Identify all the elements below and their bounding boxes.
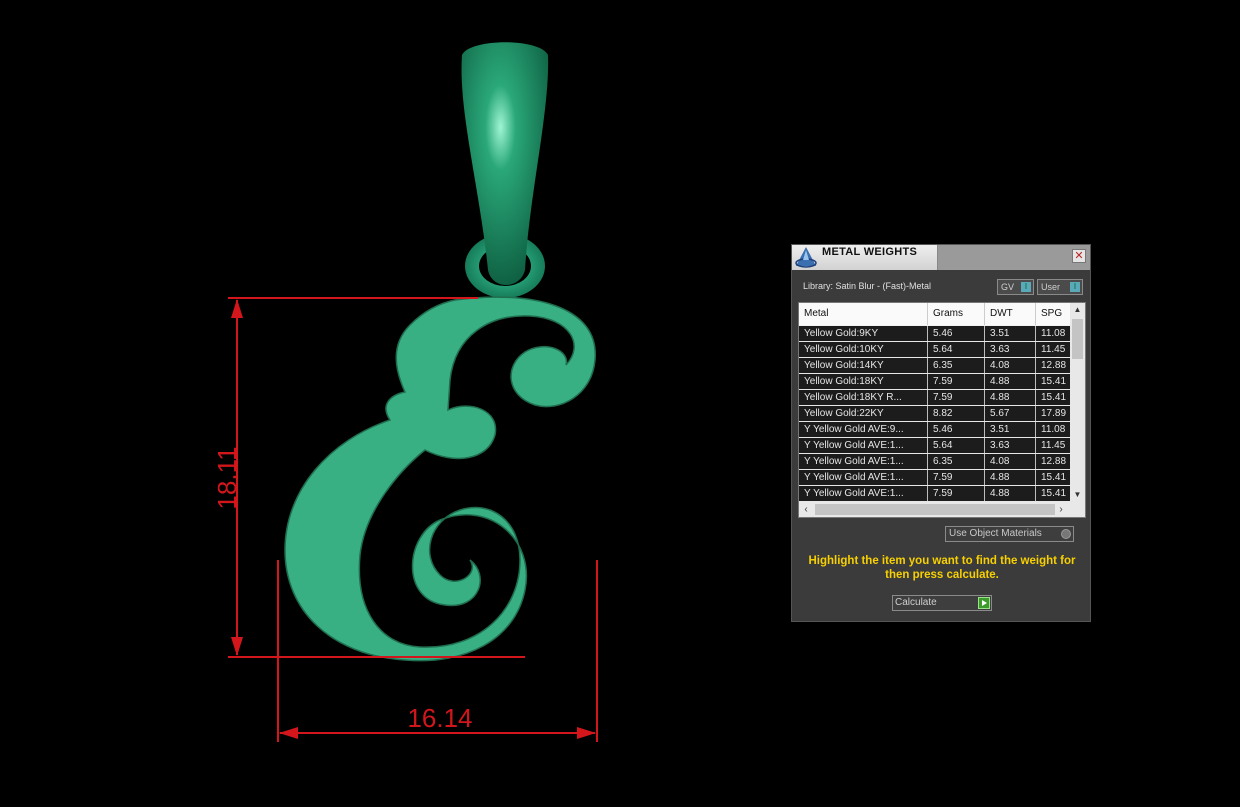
vertical-scrollbar[interactable]: ▲ ▼ — [1070, 303, 1085, 502]
dwt-cell: 4.88 — [985, 470, 1036, 485]
metal-cell: Y Yellow Gold AVE:1... — [799, 486, 928, 501]
table-row[interactable]: Y Yellow Gold AVE:1... 6.35 4.08 12.88 — [799, 454, 1071, 470]
gv-toggle[interactable]: GV I — [997, 279, 1034, 295]
table-body: Yellow Gold:9KY 5.46 3.51 11.08 Yellow Gold:… — [799, 326, 1071, 502]
dwt-cell: 4.88 — [985, 390, 1036, 405]
grams-cell: 8.82 — [928, 406, 985, 421]
table-row[interactable]: Yellow Gold:10KY 5.64 3.63 11.45 — [799, 342, 1071, 358]
column-header-metal[interactable]: Metal — [799, 303, 928, 325]
grams-cell: 6.35 — [928, 358, 985, 373]
metal-weights-table[interactable]: Metal Grams DWT SPG Yellow Gold:9KY 5.46 3… — [798, 302, 1086, 518]
table-row[interactable]: Y Yellow Gold AVE:9... 5.46 3.51 11.08 — [799, 422, 1071, 438]
grams-cell: 6.35 — [928, 454, 985, 469]
metal-cell: Y Yellow Gold AVE:1... — [799, 454, 928, 469]
app-logo-icon — [795, 247, 817, 268]
vertical-scroll-thumb[interactable] — [1072, 319, 1083, 359]
scroll-down-icon[interactable]: ▼ — [1070, 488, 1085, 502]
horizontal-scroll-thumb[interactable] — [815, 504, 1055, 515]
table-row[interactable]: Y Yellow Gold AVE:1... 7.59 4.88 15.41 — [799, 470, 1071, 486]
user-toggle-label: User — [1041, 282, 1061, 292]
instruction-text: Highlight the item you want to find the … — [808, 555, 1076, 581]
table-row[interactable]: Yellow Gold:22KY 8.82 5.67 17.89 — [799, 406, 1071, 422]
column-header-dwt[interactable]: DWT — [985, 303, 1036, 325]
dimension-height-label: 18.11 — [212, 446, 242, 509]
metal-cell: Yellow Gold:14KY — [799, 358, 928, 373]
user-toggle[interactable]: User I — [1037, 279, 1083, 295]
column-header-grams[interactable]: Grams — [928, 303, 985, 325]
grams-cell: 5.64 — [928, 342, 985, 357]
metal-cell: Yellow Gold:9KY — [799, 326, 928, 341]
dwt-cell: 3.63 — [985, 342, 1036, 357]
3d-viewport[interactable]: 18.11 16.14 — [0, 0, 760, 807]
dwt-cell: 5.67 — [985, 406, 1036, 421]
metal-cell: Yellow Gold:18KY — [799, 374, 928, 389]
calculate-button[interactable]: Calculate — [892, 595, 992, 611]
dwt-cell: 4.08 — [985, 454, 1036, 469]
table-row[interactable]: Yellow Gold:18KY 7.59 4.88 15.41 — [799, 374, 1071, 390]
horizontal-scrollbar[interactable]: ‹ › — [799, 502, 1085, 517]
metal-cell: Y Yellow Gold AVE:1... — [799, 438, 928, 453]
grams-cell: 5.46 — [928, 422, 985, 437]
grams-cell: 7.59 — [928, 486, 985, 501]
scroll-up-icon[interactable]: ▲ — [1070, 303, 1085, 317]
dimension-width-label: 16.14 — [407, 703, 472, 733]
table-row[interactable]: Yellow Gold:14KY 6.35 4.08 12.88 — [799, 358, 1071, 374]
table-row[interactable]: Y Yellow Gold AVE:1... 5.64 3.63 11.45 — [799, 438, 1071, 454]
calculate-label: Calculate — [895, 597, 937, 608]
grams-cell: 7.59 — [928, 390, 985, 405]
metal-weights-panel: METAL WEIGHTS ✕ Library: Satin Blur - (F… — [791, 244, 1091, 622]
material-source-value: Use Object Materials — [949, 528, 1042, 539]
dwt-cell: 4.88 — [985, 486, 1036, 501]
user-toggle-switch: I — [1070, 282, 1080, 292]
table-row[interactable]: Yellow Gold:9KY 5.46 3.51 11.08 — [799, 326, 1071, 342]
library-label: Library: Satin Blur - (Fast)-Metal — [803, 281, 932, 291]
grams-cell: 7.59 — [928, 374, 985, 389]
dwt-cell: 3.51 — [985, 422, 1036, 437]
material-source-dropdown[interactable]: Use Object Materials — [945, 526, 1074, 542]
panel-title: METAL WEIGHTS — [822, 246, 918, 258]
pendant-scene: 18.11 16.14 — [212, 42, 598, 742]
dwt-cell: 4.88 — [985, 374, 1036, 389]
panel-title-tab: METAL WEIGHTS — [792, 245, 938, 270]
table-header: Metal Grams DWT SPG — [799, 303, 1071, 325]
metal-cell: Yellow Gold:10KY — [799, 342, 928, 357]
grams-cell: 5.64 — [928, 438, 985, 453]
gv-toggle-switch: I — [1021, 282, 1031, 292]
metal-cell: Y Yellow Gold AVE:1... — [799, 470, 928, 485]
dwt-cell: 3.63 — [985, 438, 1036, 453]
dwt-cell: 4.08 — [985, 358, 1036, 373]
metal-cell: Y Yellow Gold AVE:9... — [799, 422, 928, 437]
table-row[interactable]: Yellow Gold:18KY R... 7.59 4.88 15.41 — [799, 390, 1071, 406]
scroll-right-icon[interactable]: › — [1054, 502, 1068, 517]
table-row[interactable]: Y Yellow Gold AVE:1... 7.59 4.88 15.41 — [799, 486, 1071, 502]
letter-e-model — [284, 296, 596, 662]
play-arrow-icon — [978, 597, 990, 609]
metal-cell: Yellow Gold:18KY R... — [799, 390, 928, 405]
grams-cell: 5.46 — [928, 326, 985, 341]
grams-cell: 7.59 — [928, 470, 985, 485]
dwt-cell: 3.51 — [985, 326, 1036, 341]
gv-toggle-label: GV — [1001, 282, 1015, 292]
metal-cell: Yellow Gold:22KY — [799, 406, 928, 421]
scroll-left-icon[interactable]: ‹ — [799, 502, 813, 517]
panel-titlebar[interactable]: METAL WEIGHTS ✕ — [792, 245, 1090, 270]
dropdown-knob-icon — [1061, 529, 1071, 539]
close-button[interactable]: ✕ — [1072, 249, 1086, 263]
